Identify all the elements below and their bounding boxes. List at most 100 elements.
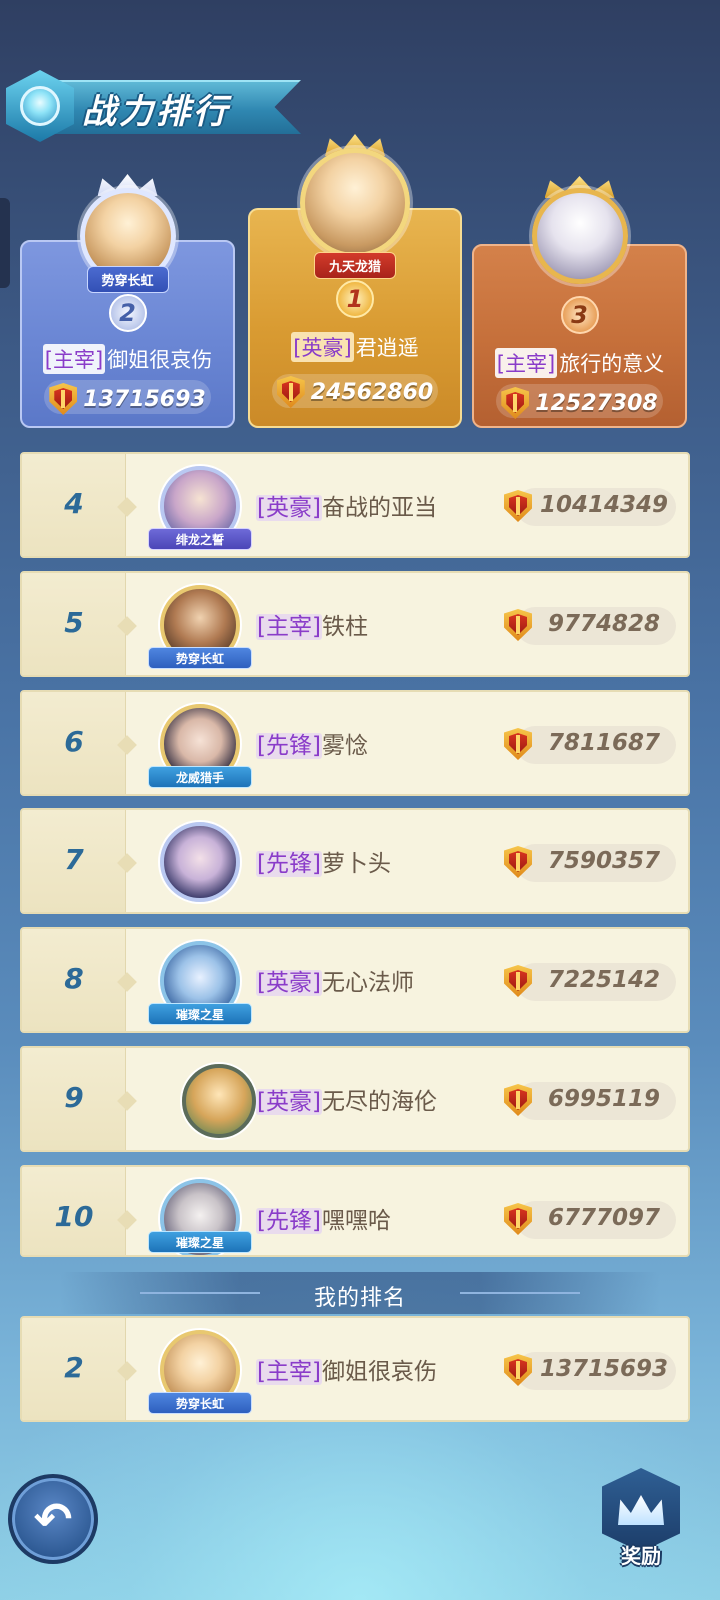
- power-number: 6995119: [547, 1086, 661, 1112]
- ranking-row[interactable]: 10 璀璨之星 [先锋]嘿嘿哈 6777097: [20, 1165, 690, 1257]
- rank-number: 8: [64, 962, 84, 995]
- power-shield-icon: [504, 965, 532, 997]
- ranking-row[interactable]: 9 [英豪]无尽的海伦 6995119: [20, 1046, 690, 1152]
- power-shield-icon: [504, 1354, 532, 1386]
- title-badge: 绯龙之誓: [148, 528, 252, 550]
- player-name-text: 无尽的海伦: [321, 1089, 437, 1115]
- player-name: [英豪]无尽的海伦: [256, 1089, 437, 1115]
- reward-button[interactable]: 奖励: [600, 1468, 682, 1568]
- podium-card-rank-1[interactable]: 九天龙猎 1 [英豪] 君逍遥 24562860: [248, 134, 462, 428]
- avatar[interactable]: [182, 1064, 256, 1138]
- reward-label: 奖励: [621, 1544, 661, 1568]
- role-tag: 英豪: [265, 970, 312, 996]
- power-shield-icon: [504, 728, 532, 760]
- undo-arrow-icon: ↶: [33, 1492, 73, 1546]
- power-number: 7225142: [547, 967, 661, 993]
- player-name: [主宰]御姐很哀伤: [20, 344, 235, 374]
- role-tag: 英豪: [265, 1089, 312, 1115]
- player-name: [英豪]奋战的亚当: [256, 495, 437, 521]
- podium-card-rank-2[interactable]: 势穿长虹 2 [主宰] 御姐很哀伤 13715693: [20, 174, 235, 428]
- avatar[interactable]: [531, 188, 628, 284]
- avatar[interactable]: [300, 148, 410, 258]
- power-number: 7811687: [547, 730, 661, 756]
- power-shield-icon: [504, 846, 532, 878]
- player-name-text: 雾惗: [321, 733, 368, 759]
- player-name: [主宰] 旅行的意义: [472, 348, 687, 378]
- power-number: 24562860: [310, 379, 434, 405]
- title-badge: 势穿长虹: [148, 647, 252, 669]
- player-name-text: 御姐很哀伤: [321, 1359, 437, 1385]
- rank-number: 9: [64, 1081, 84, 1114]
- power-shield-icon: [49, 383, 78, 415]
- page-title: 战力排行: [82, 92, 230, 132]
- player-name-text: 奋战的亚当: [321, 495, 437, 521]
- power-value: 24562860: [248, 376, 462, 408]
- back-button[interactable]: ↶: [8, 1474, 98, 1564]
- title-badge: 龙威猎手: [148, 766, 252, 788]
- my-rank-divider: 我的排名: [60, 1272, 660, 1314]
- ranking-row[interactable]: 6 龙威猎手 [先锋]雾惗 7811687: [20, 690, 690, 796]
- rank-number: 7: [64, 843, 84, 876]
- power-shield-icon: [504, 1203, 532, 1235]
- player-name-text: 御姐很哀伤: [107, 348, 213, 372]
- rank-number: 4: [64, 487, 84, 520]
- power-shield-icon: [504, 1084, 532, 1116]
- player-name: [英豪]无心法师: [256, 970, 414, 996]
- ranking-row[interactable]: 5 势穿长虹 [主宰]铁柱 9774828: [20, 571, 690, 677]
- ranking-row[interactable]: 7 [先锋]萝卜头 7590357: [20, 808, 690, 914]
- power-number: 12527308: [535, 390, 658, 416]
- player-name-text: 无心法师: [321, 970, 414, 996]
- power-pill: 13715693: [504, 1352, 676, 1390]
- role-tag: 主宰: [505, 352, 547, 376]
- power-shield-icon: [504, 490, 532, 522]
- podium-card-rank-3[interactable]: 3 [主宰] 旅行的意义 12527308: [472, 176, 687, 428]
- player-name: [先锋]萝卜头: [256, 851, 391, 877]
- power-pill: 6995119: [504, 1082, 676, 1120]
- player-name: [先锋]嘿嘿哈: [256, 1208, 391, 1234]
- power-value: 12527308: [472, 387, 687, 419]
- role-tag: 先锋: [265, 1208, 312, 1234]
- player-name: [英豪] 君逍遥: [248, 332, 462, 362]
- role-tag: 先锋: [265, 733, 312, 759]
- title-badge: 势穿长虹: [148, 1392, 252, 1414]
- power-number: 6777097: [547, 1205, 661, 1231]
- avatar[interactable]: [160, 822, 240, 902]
- my-rank-label: 我的排名: [313, 1286, 406, 1311]
- power-shield-icon: [501, 387, 530, 419]
- rank-number: 10: [54, 1200, 94, 1233]
- rank-medal: 3: [560, 296, 599, 334]
- player-name-text: 君逍遥: [355, 336, 419, 360]
- rank-medal: 2: [108, 294, 147, 332]
- my-rank-row[interactable]: 2 势穿长虹 [主宰]御姐很哀伤 13715693: [20, 1316, 690, 1422]
- power-pill: 6777097: [504, 1201, 676, 1239]
- power-pill: 10414349: [504, 488, 676, 526]
- rank-medal: 1: [336, 280, 374, 318]
- title-badge: 九天龙猎: [313, 252, 397, 279]
- power-pill: 7811687: [504, 726, 676, 764]
- player-name-text: 旅行的意义: [559, 352, 665, 376]
- title-badge: 势穿长虹: [86, 266, 169, 293]
- player-name-text: 铁柱: [321, 614, 368, 640]
- crown-icon: [618, 1495, 664, 1525]
- player-name-text: 嘿嘿哈: [321, 1208, 391, 1234]
- player-name-text: 萝卜头: [321, 851, 391, 877]
- rank-number: 2: [64, 1351, 84, 1384]
- power-number: 9774828: [547, 611, 661, 637]
- role-tag: 英豪: [265, 495, 312, 521]
- power-pill: 7225142: [504, 963, 676, 1001]
- side-tab-handle[interactable]: [0, 198, 10, 288]
- power-value: 13715693: [20, 383, 235, 415]
- title-badge: 璀璨之星: [148, 1003, 252, 1025]
- player-name: [主宰]御姐很哀伤: [256, 1359, 437, 1385]
- power-number: 10414349: [539, 492, 669, 518]
- power-pill: 7590357: [504, 844, 676, 882]
- title-badge: 璀璨之星: [148, 1231, 252, 1253]
- ranking-row[interactable]: 4 绯龙之誓 [英豪]奋战的亚当 10414349: [20, 452, 690, 558]
- role-tag: 英豪: [301, 336, 344, 360]
- player-name: [先锋]雾惗: [256, 733, 368, 759]
- power-number: 13715693: [83, 386, 206, 412]
- player-name: [主宰]铁柱: [256, 614, 368, 640]
- ranking-row[interactable]: 8 璀璨之星 [英豪]无心法师 7225142: [20, 927, 690, 1033]
- role-tag: 主宰: [265, 614, 312, 640]
- power-shield-icon: [504, 609, 532, 641]
